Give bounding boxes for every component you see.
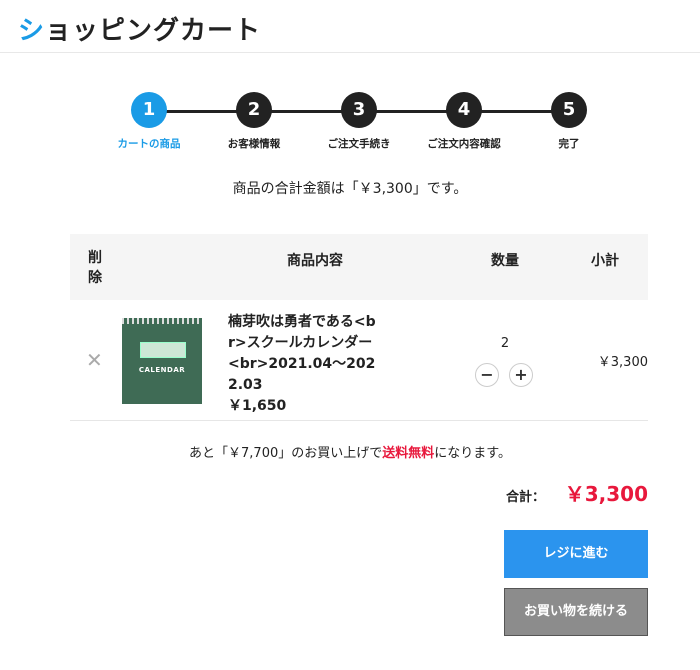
page-title-accent: シ [18,16,46,46]
header-quantity: 数量 [491,253,519,269]
close-icon[interactable]: ✕ [86,350,103,370]
step-number: 3 [341,92,377,128]
grand-total-value: ￥3,300 [564,482,648,506]
free-shipping-notice: あと「￥7,700」のお買い上げで送料無料になります。 [0,442,700,461]
free-shipping-highlight: 送料無料 [382,446,435,461]
header-delete: 削除 [88,250,102,286]
step-number: 1 [131,92,167,128]
cart-table-header: 削除 商品内容 数量 小計 [70,234,648,300]
step-number: 5 [551,92,587,128]
grand-total-label: 合計： [506,490,546,505]
page-title-text: ョッピングカート [45,16,262,46]
step-complete: 5 完了 [514,92,624,151]
step-label: ご注文手続き [327,138,391,150]
checkout-button[interactable]: レジに進む [504,530,648,578]
page-header: ショッピングカート [0,0,700,53]
step-cart: 1 カートの商品 [94,92,204,151]
step-customer-info: 2 お客様情報 [199,92,309,151]
calendar-text: CALENDAR [138,366,186,374]
checkout-stepper: 1 カートの商品 2 お客様情報 3 ご注文手続き 4 ご注文内容確認 5 完了 [0,92,700,152]
step-order-confirm: 4 ご注文内容確認 [409,92,519,151]
step-order-procedure: 3 ご注文手続き [304,92,414,151]
step-label: カートの商品 [117,138,181,150]
step-number: 2 [236,92,272,128]
step-number: 4 [446,92,482,128]
quantity-value: 2 [500,336,510,351]
free-shipping-suffix: になります。 [434,446,511,461]
step-label: ご注文内容確認 [427,138,501,150]
continue-shopping-button[interactable]: お買い物を続ける [504,588,648,636]
line-subtotal: ￥3,300 [597,355,648,370]
calendar-rings [122,318,202,324]
header-content: 商品内容 [287,253,343,269]
grand-total: 合計： ￥3,300 [440,478,648,508]
page-title: ショッピングカート [18,10,261,47]
product-unit-price: ￥1,650 [228,398,287,414]
product-name-link[interactable]: 楠芽吹は勇者である<br>スクールカレンダー<br>2021.04～2022.0… [228,312,378,396]
quantity-increase-button[interactable]: + [509,363,533,387]
header-subtotal: 小計 [591,253,619,269]
free-shipping-prefix: あと「￥7,700」のお買い上げで [189,446,383,461]
calendar-banner [140,342,186,358]
quantity-decrease-button[interactable]: − [475,363,499,387]
step-label: 完了 [558,138,580,150]
step-label: お客様情報 [227,138,281,150]
cart-total-message: 商品の合計金額は「￥3,300」です。 [232,181,468,197]
product-thumbnail[interactable]: CALENDAR [122,318,202,404]
cart-item-row: ✕ CALENDAR 楠芽吹は勇者である<br>スクールカレンダー<br>202… [70,300,648,421]
